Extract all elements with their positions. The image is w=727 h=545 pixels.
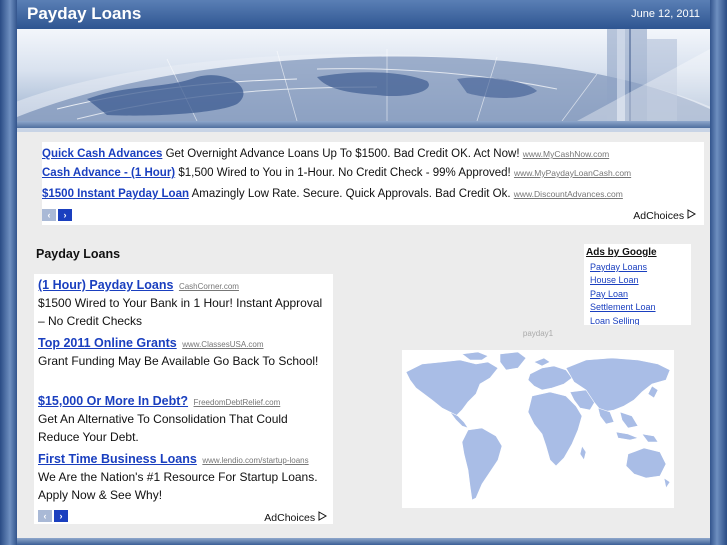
left-ad-2-link[interactable]: Top 2011 Online Grants — [38, 336, 177, 350]
adchoices-triangle-icon — [318, 511, 328, 521]
top-ad-2-desc: $1,500 Wired to You in 1-Hour. No Credit… — [178, 167, 511, 179]
left-ad-1-link[interactable]: (1 Hour) Payday Loans — [38, 278, 173, 292]
banner-divider — [17, 121, 710, 128]
left-ad-3-desc: Get An Alternative To Consolidation That… — [38, 412, 288, 444]
left-adchoices[interactable]: AdChoices — [264, 511, 328, 524]
next-ad-icon[interactable]: › — [58, 209, 72, 221]
left-ad-4-link[interactable]: First Time Business Loans — [38, 452, 197, 466]
google-ad-link[interactable]: Payday Loans — [590, 262, 647, 272]
top-ad-1-link[interactable]: Quick Cash Advances — [42, 148, 162, 160]
left-ad-4: First Time Business Loans www.lendio.com… — [38, 452, 330, 504]
top-ad-2-link[interactable]: Cash Advance - (1 Hour) — [42, 167, 175, 179]
top-ad-3: $1500 Instant Payday Loan Amazingly Low … — [42, 188, 623, 200]
left-ad-unit: (1 Hour) Payday Loans CashCorner.com $15… — [34, 274, 333, 524]
top-ad-3-url[interactable]: www.DiscountAdvances.com — [514, 189, 623, 199]
top-ad-1-desc: Get Overnight Advance Loans Up To $1500.… — [165, 148, 520, 160]
left-ad-1-desc: $1500 Wired to Your Bank in 1 Hour! Inst… — [38, 296, 323, 328]
ads-by-google-title[interactable]: Ads by Google — [586, 247, 657, 258]
left-ad-3-link[interactable]: $15,000 Or More In Debt? — [38, 394, 188, 408]
adchoices-triangle-icon — [687, 209, 697, 219]
left-ad-4-desc: We Are the Nation's #1 Resource For Star… — [38, 470, 318, 502]
world-map-icon[interactable] — [402, 350, 674, 508]
left-adchoices-label: AdChoices — [264, 512, 316, 524]
left-ad-1: (1 Hour) Payday Loans CashCorner.com $15… — [38, 278, 330, 330]
section-title: Payday Loans — [36, 247, 121, 261]
footer-bar — [17, 538, 710, 545]
top-ad-3-link[interactable]: $1500 Instant Payday Loan — [42, 188, 189, 200]
left-ad-nav: ‹ › — [38, 510, 68, 522]
header-banner — [17, 29, 710, 121]
top-ad-unit: Quick Cash Advances Get Overnight Advanc… — [42, 142, 704, 225]
top-ad-1-url[interactable]: www.MyCashNow.com — [523, 149, 609, 159]
adchoices-label: AdChoices — [633, 210, 685, 222]
top-ad-2: Cash Advance - (1 Hour) $1,500 Wired to … — [42, 167, 631, 179]
left-ad-3: $15,000 Or More In Debt? FreedomDebtReli… — [38, 394, 330, 446]
banner-divider-light — [17, 128, 710, 132]
top-ad-1: Quick Cash Advances Get Overnight Advanc… — [42, 148, 609, 160]
left-ad-2-url[interactable]: www.ClassesUSA.com — [182, 340, 263, 349]
top-ad-2-url[interactable]: www.MyPaydayLoanCash.com — [514, 168, 631, 178]
map-panel: payday1 — [402, 328, 674, 508]
top-ad-3-desc: Amazingly Low Rate. Secure. Quick Approv… — [191, 188, 511, 200]
left-ad-3-url[interactable]: FreedomDebtRelief.com — [194, 398, 281, 407]
google-ad-link[interactable]: House Loan — [590, 275, 639, 285]
left-next-ad-icon[interactable]: › — [54, 510, 68, 522]
left-ad-1-url[interactable]: CashCorner.com — [179, 282, 239, 291]
top-ad-nav: ‹ › — [42, 209, 72, 221]
globe-banner-image — [17, 29, 710, 121]
google-ad-link[interactable]: Settlement Loan — [590, 302, 656, 312]
prev-ad-icon[interactable]: ‹ — [42, 209, 56, 221]
left-ad-4-url[interactable]: www.lendio.com/startup-loans — [202, 456, 308, 465]
ads-by-google-box: Ads by Google Payday Loans House Loan Pa… — [584, 244, 691, 325]
map-caption: payday1 — [402, 328, 674, 350]
left-ad-2: Top 2011 Online Grants www.ClassesUSA.co… — [38, 336, 330, 370]
header-date: June 12, 2011 — [631, 8, 700, 20]
top-adchoices[interactable]: AdChoices — [633, 209, 697, 222]
site-header: Payday Loans June 12, 2011 — [17, 0, 710, 29]
left-ad-2-desc: Grant Funding May Be Available Go Back T… — [38, 354, 319, 368]
left-prev-ad-icon[interactable]: ‹ — [38, 510, 52, 522]
page: Payday Loans June 12, 2011 Quick Cash Ad… — [17, 0, 710, 545]
google-ad-link[interactable]: Loan Selling — [590, 316, 640, 325]
site-title[interactable]: Payday Loans — [27, 4, 141, 24]
google-ad-link[interactable]: Pay Loan — [590, 289, 628, 299]
